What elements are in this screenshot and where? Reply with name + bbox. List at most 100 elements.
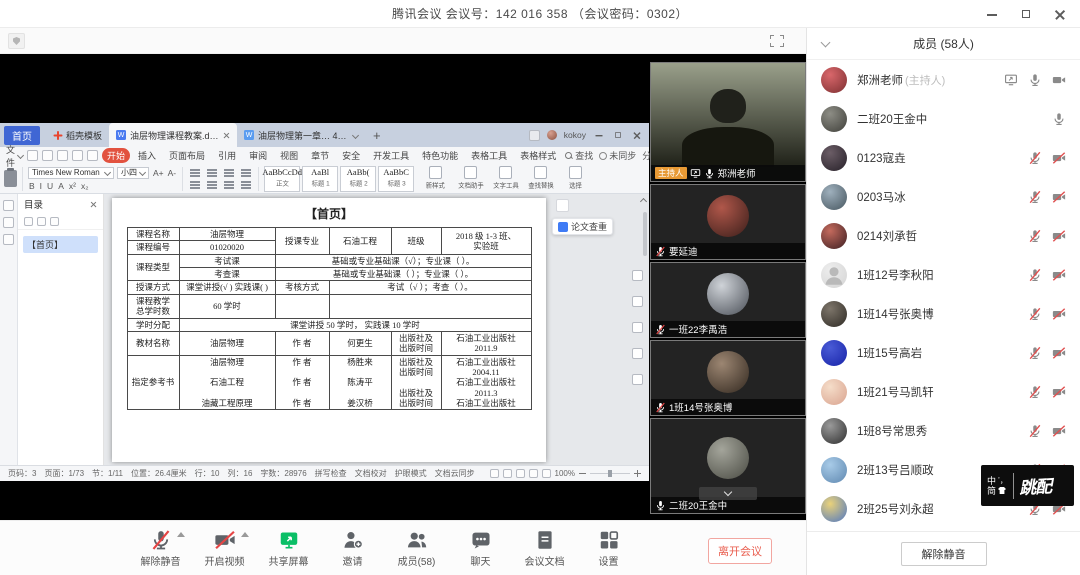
member-row[interactable]: 郑洲老师(主持人) bbox=[807, 60, 1080, 99]
leave-meeting-button[interactable]: 离开会议 bbox=[708, 538, 772, 564]
status-item[interactable]: 列：16 bbox=[228, 468, 253, 479]
numbered-list-icon[interactable] bbox=[207, 169, 217, 171]
menu-tab[interactable]: 表格样式 bbox=[515, 148, 561, 163]
style-preset[interactable]: AaBbC 标题 3 bbox=[378, 166, 414, 192]
format-button[interactable]: U bbox=[46, 181, 54, 191]
status-item[interactable]: 文档云同步 bbox=[435, 468, 475, 479]
menu-tab[interactable]: 引用 bbox=[213, 148, 241, 163]
camera-status-icon[interactable] bbox=[1052, 73, 1066, 87]
member-row[interactable]: 1班12号李秋阳 bbox=[807, 255, 1080, 294]
video-tile[interactable]: 主持人 郑洲老师 bbox=[650, 62, 806, 182]
status-item[interactable]: 拼写检查 bbox=[315, 468, 347, 479]
member-row[interactable]: 二班20王金中 bbox=[807, 99, 1080, 138]
status-item[interactable]: 页码：3 bbox=[8, 468, 36, 479]
font-name-select[interactable]: Times New Roman bbox=[28, 167, 114, 179]
outline-item-selected[interactable]: 【首页】 bbox=[23, 236, 98, 253]
fullscreen-icon[interactable] bbox=[770, 35, 784, 47]
tab-close-icon[interactable] bbox=[223, 132, 230, 139]
mic-status-icon[interactable] bbox=[1028, 346, 1042, 360]
new-tab-button[interactable]: + bbox=[365, 128, 389, 143]
ribbon-tool-button[interactable]: 查找替换 bbox=[524, 166, 557, 191]
close-nav-pane-icon[interactable] bbox=[90, 201, 97, 208]
toolbar-button[interactable]: 共享屏幕 bbox=[260, 529, 317, 568]
mic-status-icon[interactable] bbox=[1028, 268, 1042, 282]
scrollbar-thumb[interactable] bbox=[643, 212, 647, 256]
camera-status-icon[interactable] bbox=[1052, 346, 1066, 360]
toolbar-button[interactable]: 邀请 bbox=[324, 529, 381, 568]
toc-tool-icon[interactable] bbox=[632, 374, 643, 385]
mic-status-icon[interactable] bbox=[1028, 385, 1042, 399]
full-screen-view-icon[interactable] bbox=[490, 469, 499, 478]
menu-tab[interactable]: 章节 bbox=[306, 148, 334, 163]
toolbar-button[interactable]: 设置 bbox=[580, 529, 637, 568]
page-view-icon[interactable] bbox=[503, 469, 512, 478]
minimize-icon[interactable] bbox=[986, 8, 998, 20]
camera-status-icon[interactable] bbox=[1052, 307, 1066, 321]
wps-user-avatar[interactable] bbox=[547, 130, 557, 140]
menu-tab[interactable]: 开发工具 bbox=[368, 148, 414, 163]
wps-close-icon[interactable] bbox=[633, 131, 641, 139]
zoom-slider[interactable] bbox=[590, 473, 630, 475]
bookmark-pane-icon[interactable] bbox=[3, 217, 14, 228]
member-row[interactable]: 1班14号张奥博 bbox=[807, 294, 1080, 333]
web-view-icon[interactable] bbox=[542, 469, 551, 478]
paper-check-button[interactable]: 论文查重 bbox=[552, 218, 613, 235]
member-row[interactable]: 1班15号高岩 bbox=[807, 333, 1080, 372]
camera-status-icon[interactable] bbox=[1052, 190, 1066, 204]
camera-status-icon[interactable] bbox=[1052, 424, 1066, 438]
font-size-step-button[interactable]: A- bbox=[167, 168, 178, 178]
pen-tool-icon[interactable] bbox=[632, 270, 643, 281]
toolbar-button[interactable]: 聊天 bbox=[452, 529, 509, 568]
video-tile[interactable]: 一班22李禹浩 bbox=[650, 262, 806, 338]
wps-template-tab[interactable]: 稻壳模板 bbox=[46, 123, 109, 147]
status-item[interactable]: 字数：28976 bbox=[260, 468, 306, 479]
menu-right-item[interactable]: 未同步 bbox=[599, 149, 636, 162]
collapse-videos-button[interactable] bbox=[699, 487, 757, 500]
member-row[interactable]: 1班21号马凯轩 bbox=[807, 372, 1080, 411]
format-button[interactable]: x² bbox=[68, 181, 77, 191]
style-preset[interactable]: AaBl 标题 1 bbox=[302, 166, 338, 192]
unmute-all-button[interactable]: 解除静音 bbox=[901, 542, 987, 566]
camera-status-icon[interactable] bbox=[1052, 268, 1066, 282]
status-item[interactable]: 护眼模式 bbox=[395, 468, 427, 479]
line-spacing-icon[interactable] bbox=[241, 181, 251, 183]
format-button[interactable]: x₂ bbox=[80, 181, 90, 191]
wps-minimize-icon[interactable] bbox=[595, 131, 603, 139]
collapse-all-icon[interactable] bbox=[37, 217, 46, 226]
camera-status-icon[interactable] bbox=[1052, 229, 1066, 243]
home-shortcut-icon[interactable] bbox=[556, 199, 569, 212]
align-right-icon[interactable] bbox=[224, 181, 234, 183]
scroll-up-icon[interactable] bbox=[640, 198, 647, 205]
camera-status-icon[interactable] bbox=[1052, 385, 1066, 399]
menu-tab[interactable]: 插入 bbox=[133, 148, 161, 163]
format-button[interactable]: A bbox=[57, 181, 65, 191]
bullet-list-icon[interactable] bbox=[190, 169, 200, 171]
camera-status-icon[interactable] bbox=[1052, 151, 1066, 165]
toolbar-button[interactable]: 会议文档 bbox=[516, 529, 573, 568]
menu-tab[interactable]: 表格工具 bbox=[466, 148, 512, 163]
menu-tab[interactable]: 开始 bbox=[102, 148, 130, 163]
mic-status-icon[interactable] bbox=[1028, 229, 1042, 243]
status-item[interactable]: 位置：26.4厘米 bbox=[131, 468, 187, 479]
document-page[interactable]: 【首页】 课程名称油层物理授课专业石油工程班级2018 级 1-3 班、 实验班… bbox=[112, 198, 546, 462]
status-item[interactable]: 文档校对 bbox=[355, 468, 387, 479]
comment-pane-icon[interactable] bbox=[3, 234, 14, 245]
ribbon-tool-button[interactable]: 选择 bbox=[559, 166, 592, 191]
undo-icon[interactable] bbox=[72, 150, 83, 161]
status-item[interactable]: 页面：1/73 bbox=[44, 468, 84, 479]
outline-pane-icon[interactable] bbox=[3, 200, 14, 211]
highlighter-tool-icon[interactable] bbox=[632, 296, 643, 307]
zoom-in-icon[interactable] bbox=[634, 470, 641, 477]
maximize-icon[interactable] bbox=[1020, 8, 1032, 20]
format-button[interactable]: B bbox=[28, 181, 36, 191]
file-menu[interactable]: 文件 bbox=[6, 143, 23, 169]
refresh-outline-icon[interactable] bbox=[50, 217, 59, 226]
ribbon-tool-button[interactable]: 文字工具 bbox=[489, 166, 522, 191]
video-tile[interactable]: 1班14号张奥博 bbox=[650, 340, 806, 416]
ink-view-icon[interactable] bbox=[516, 469, 525, 478]
expand-options-icon[interactable] bbox=[177, 532, 185, 537]
style-preset[interactable]: AaBbCcDd 正文 bbox=[264, 166, 300, 192]
close-icon[interactable] bbox=[1054, 8, 1066, 20]
mic-status-icon[interactable] bbox=[1028, 73, 1042, 87]
format-button[interactable]: I bbox=[39, 181, 43, 191]
